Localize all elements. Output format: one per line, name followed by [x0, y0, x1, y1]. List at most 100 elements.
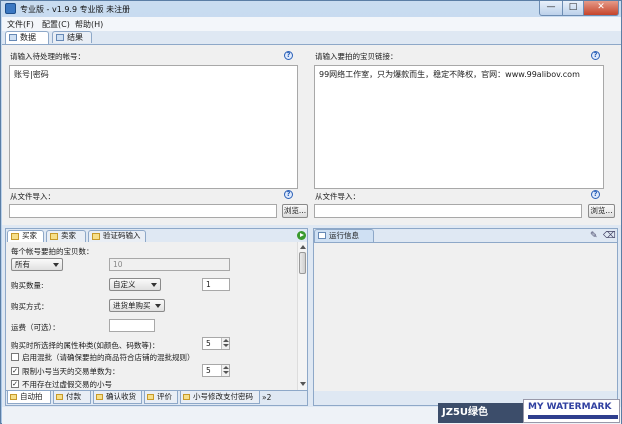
mixed-batch-label: 启用混批（请确保要拍的商品符合店铺的混批规则）	[22, 353, 195, 362]
app-window: 专业版 - v1.9.9 专业版 未注册 — □ ✕ 文件(F) 配置(C) 帮…	[0, 0, 622, 424]
help-icon[interactable]: ?	[284, 51, 293, 60]
tab-captcha[interactable]: 验证码输入	[88, 230, 146, 242]
menu-config[interactable]: 配置(C)	[42, 19, 70, 30]
help-icon[interactable]: ?	[591, 51, 600, 60]
attr-value: 5	[206, 339, 211, 348]
links-file-input[interactable]	[314, 204, 582, 218]
tab-result-label: 结果	[67, 33, 83, 42]
watermark-bar	[528, 415, 618, 419]
help-icon[interactable]: ?	[284, 190, 293, 199]
limit-orders-checkbox[interactable]: ✓	[11, 367, 19, 375]
links-textarea[interactable]: 99网络工作室，只为爆款而生，稳定不降权，官网：www.99alibov.com	[314, 65, 604, 189]
result-icon	[56, 34, 64, 41]
watermark-right: MY WATERMARK	[523, 399, 620, 423]
stepper-arrows-icon[interactable]	[221, 365, 229, 376]
more-tabs-icon[interactable]: »2	[262, 393, 271, 402]
shipping-label: 运费（可选）：	[11, 323, 60, 332]
log-area	[314, 243, 617, 391]
pay-icon	[56, 394, 63, 400]
clear-icon[interactable]: ✎	[590, 231, 598, 241]
captcha-icon	[92, 233, 100, 240]
review-icon	[147, 394, 154, 400]
menu-bar: 文件(F) 配置(C) 帮助(H)	[2, 17, 621, 31]
help-icon[interactable]: ?	[591, 190, 600, 199]
scroll-thumb[interactable]	[299, 252, 306, 274]
links-browse-button[interactable]: 浏览...	[588, 204, 615, 218]
watermark-left: JZ5U绿色	[438, 403, 525, 423]
main-tabs: 数据 结果	[2, 31, 621, 44]
chevron-down-icon	[151, 283, 157, 287]
maximize-button[interactable]: □	[562, 1, 584, 16]
buy-qty-select-value: 自定义	[113, 280, 136, 289]
title-bar: 专业版 - v1.9.9 专业版 未注册 — □ ✕	[1, 1, 621, 17]
links-label: 请输入要拍的宝贝链接：	[315, 52, 398, 61]
data-panel: 请输入待处理的帐号： ? 账号|密码 从文件导入： ? 浏览... 请输入要拍的…	[2, 44, 621, 225]
scroll-down-icon[interactable]	[300, 382, 306, 386]
no-fake-label: 不用存在过虚假交易的小号	[22, 380, 112, 389]
tab-buyer-label: 买家	[22, 231, 37, 240]
tab-pay-label: 付款	[66, 392, 81, 401]
links-import-label: 从文件导入：	[315, 192, 360, 201]
tab-review[interactable]: 评价	[144, 391, 178, 404]
play-icon[interactable]	[297, 231, 306, 240]
chevron-down-icon	[53, 263, 59, 267]
qty-input[interactable]: 10	[109, 258, 230, 271]
buy-qty-select[interactable]: 自定义	[109, 278, 161, 291]
tab-auto-buy[interactable]: 自动拍	[7, 391, 51, 404]
mixed-batch-checkbox[interactable]	[11, 353, 19, 361]
watermark-right-text: MY WATERMARK	[528, 402, 612, 412]
settings-scrollbar[interactable]	[297, 242, 307, 390]
stepper-arrows-icon[interactable]	[221, 338, 229, 349]
tab-log-label: 运行信息	[329, 231, 359, 240]
tab-change-password-label: 小号修改支付密码	[193, 392, 253, 401]
menu-help[interactable]: 帮助(H)	[75, 19, 103, 30]
limit-orders-stepper[interactable]: 5	[202, 364, 230, 377]
tab-data[interactable]: 数据	[5, 31, 49, 44]
qty-label: 每个帐号要拍的宝贝数：	[11, 247, 94, 256]
accounts-browse-button[interactable]: 浏览...	[282, 204, 308, 218]
buy-method-label: 购买方式：	[11, 302, 49, 311]
buy-method-select[interactable]: 进货单购买	[109, 299, 165, 312]
accounts-label: 请输入待处理的帐号：	[10, 52, 85, 61]
tab-pay[interactable]: 付款	[53, 391, 91, 404]
limit-orders-value: 5	[206, 366, 211, 375]
tab-captcha-label: 验证码输入	[103, 231, 141, 240]
tab-confirm[interactable]: 确认收货	[93, 391, 142, 404]
tab-log[interactable]: 运行信息	[314, 229, 374, 242]
seller-icon	[50, 233, 58, 240]
settings-panel: 买家 卖家 验证码输入 每个帐号要拍的宝贝数： 所有 10 购买数量: 自定义 …	[5, 228, 308, 406]
tab-buyer[interactable]: 买家	[7, 230, 44, 242]
tab-result[interactable]: 结果	[52, 31, 92, 43]
scroll-up-icon[interactable]	[300, 245, 306, 249]
tab-seller-label: 卖家	[61, 231, 76, 240]
tab-change-password[interactable]: 小号修改支付密码	[180, 391, 260, 404]
qty-select[interactable]: 所有	[11, 258, 63, 271]
tab-confirm-label: 确认收货	[106, 392, 136, 401]
minimize-button[interactable]: —	[539, 1, 563, 16]
menu-file[interactable]: 文件(F)	[7, 19, 34, 30]
close-button[interactable]: ✕	[583, 1, 619, 16]
lower-area: 买家 卖家 验证码输入 每个帐号要拍的宝贝数： 所有 10 购买数量: 自定义 …	[2, 225, 621, 407]
eraser-icon[interactable]: ⌫	[603, 231, 616, 241]
window-title: 专业版 - v1.9.9 专业版 未注册	[20, 5, 131, 14]
accounts-textarea[interactable]: 账号|密码	[9, 65, 298, 189]
tab-seller[interactable]: 卖家	[46, 230, 86, 242]
no-fake-checkbox[interactable]: ✓	[11, 380, 19, 388]
accounts-file-input[interactable]	[9, 204, 277, 218]
password-icon	[183, 394, 190, 400]
buy-qty-input[interactable]: 1	[202, 278, 230, 291]
action-tabs: 自动拍 付款 确认收货 评价 小号修改支付密码 »2	[6, 390, 307, 405]
buy-method-select-value: 进货单购买	[113, 301, 151, 310]
attr-stepper[interactable]: 5	[202, 337, 230, 350]
tab-review-label: 评价	[157, 392, 172, 401]
data-icon	[9, 34, 17, 41]
shipping-input[interactable]	[109, 319, 155, 332]
confirm-icon	[96, 394, 103, 400]
attr-label: 购买时所选择的属性种类(如颜色、码数等)：	[11, 341, 160, 350]
qty-select-value: 所有	[15, 260, 30, 269]
buy-qty-label: 购买数量:	[11, 281, 44, 290]
log-header: 运行信息 ✎ ⌫	[314, 229, 617, 243]
accounts-import-label: 从文件导入：	[10, 192, 55, 201]
settings-form: 每个帐号要拍的宝贝数： 所有 10 购买数量: 自定义 1 购买方式： 进货单购…	[6, 242, 307, 390]
auto-buy-icon	[10, 394, 17, 400]
